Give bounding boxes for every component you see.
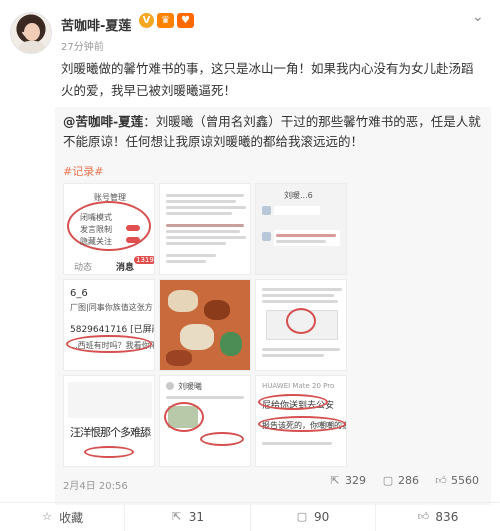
verified-icon: V — [139, 13, 154, 28]
topic-tag[interactable]: #记录# — [63, 163, 103, 179]
like-button[interactable]: 👍︎ 836 — [376, 503, 500, 531]
thumb-caption: 汪洋恨那个多难舔 — [70, 426, 151, 439]
thumb-caption: 厂图|同事你族值这张方 — [70, 303, 153, 312]
username[interactable]: 苦咖啡-夏莲 — [61, 15, 131, 34]
image-grid: 账号管理 闭嘴模式 发言限制 隐藏关注 动态 消息 1319 刘暖...6 6_… — [63, 183, 347, 467]
weibo-post: 苦咖啡-夏莲 V ♛ ♥ 27分钟前 ⌄ 刘暖曦做的馨竹难书的事，这只是冰山一角… — [0, 0, 500, 531]
thumb-badge: 1319 — [134, 256, 154, 264]
comment-icon: ▢ — [382, 473, 394, 487]
post-time: 27分钟前 — [61, 42, 104, 53]
image-thumb[interactable]: HUAWEI Mate 20 Pro 尼给你送到去公安 报告该死的，你嘲嘲的家伙… — [255, 375, 347, 467]
thumb-caption: 6_6 — [70, 288, 88, 299]
vip-icon: ♛ — [157, 13, 174, 28]
annotation-circle — [84, 446, 134, 458]
thumb-caption: 隐藏关注 — [80, 237, 112, 246]
thumb-caption: 消息 — [116, 263, 135, 273]
like-icon: 👍︎ — [435, 473, 447, 487]
annotation-circle — [258, 394, 328, 410]
thumb-caption: 动态 — [74, 263, 93, 273]
image-thumb[interactable]: 6_6 厂图|同事你族值这张方 5829641716 [已屏蔽] ...西班有时… — [63, 279, 155, 371]
image-thumb[interactable] — [159, 183, 251, 275]
thumb-caption: 刘暖...6 — [284, 191, 313, 200]
like-icon: 👍︎ — [417, 510, 430, 523]
comment-icon: ▢ — [296, 510, 308, 523]
repost-date: 2月4日 20:56 — [63, 481, 128, 492]
image-thumb[interactable] — [159, 279, 251, 371]
repost-card[interactable]: @苦咖啡-夏莲：刘暖曦（曾用名刘鑫）干过的那些馨竹难书的恶，任是人就不能原谅！任… — [55, 107, 491, 505]
user-badges: V ♛ ♥ — [139, 13, 194, 28]
annotation-circle — [200, 432, 244, 446]
repost-like-stat[interactable]: 👍︎ 5560 — [435, 474, 479, 487]
repost-stats: ⇱ 329 ▢ 286 👍︎ 5560 — [329, 474, 479, 487]
repost-comment-stat[interactable]: ▢ 286 — [382, 474, 419, 487]
image-thumb[interactable]: 账号管理 闭嘴模式 发言限制 隐藏关注 动态 消息 1319 — [63, 183, 155, 275]
repost-share-stat[interactable]: ⇱ 329 — [329, 474, 366, 487]
repost-username[interactable]: @苦咖啡-夏莲 — [63, 114, 143, 129]
thumb-caption: 5829641716 [已屏蔽] — [70, 325, 155, 335]
post-content: 刘暖曦做的馨竹难书的事，这只是冰山一角！如果我内心没有为女儿赴汤蹈火的爱，我早已… — [61, 61, 474, 98]
annotation-circle — [164, 402, 204, 432]
fan-badge-icon: ♥ — [177, 13, 194, 28]
image-thumb[interactable]: 刘暖曦 — [159, 375, 251, 467]
star-icon: ☆ — [42, 510, 53, 523]
annotation-circle — [66, 335, 152, 353]
image-thumb[interactable] — [255, 279, 347, 371]
collect-button[interactable]: ☆ 收藏 — [0, 503, 126, 531]
repost-button[interactable]: ⇱ 31 — [125, 503, 251, 531]
annotation-circle — [286, 308, 316, 334]
avatar[interactable] — [10, 12, 52, 54]
annotation-circle — [258, 416, 346, 432]
thumb-caption: 发言限制 — [80, 225, 112, 234]
repost-content: @苦咖啡-夏莲：刘暖曦（曾用名刘鑫）干过的那些馨竹难书的恶，任是人就不能原谅！任… — [63, 112, 483, 152]
action-bar: ☆ 收藏 ⇱ 31 ▢ 90 👍︎ 836 — [0, 502, 500, 531]
share-icon: ⇱ — [330, 473, 340, 487]
thumb-caption: 刘暖曦 — [178, 382, 202, 391]
thumb-caption: 闭嘴模式 — [80, 213, 112, 222]
comment-button[interactable]: ▢ 90 — [251, 503, 376, 531]
image-thumb[interactable]: 汪洋恨那个多难舔 — [63, 375, 155, 467]
thumb-caption: HUAWEI Mate 20 Pro — [262, 382, 335, 390]
share-icon: ⇱ — [172, 510, 182, 523]
image-thumb[interactable]: 刘暖...6 — [255, 183, 347, 275]
chevron-down-icon[interactable]: ⌄ — [472, 10, 484, 24]
